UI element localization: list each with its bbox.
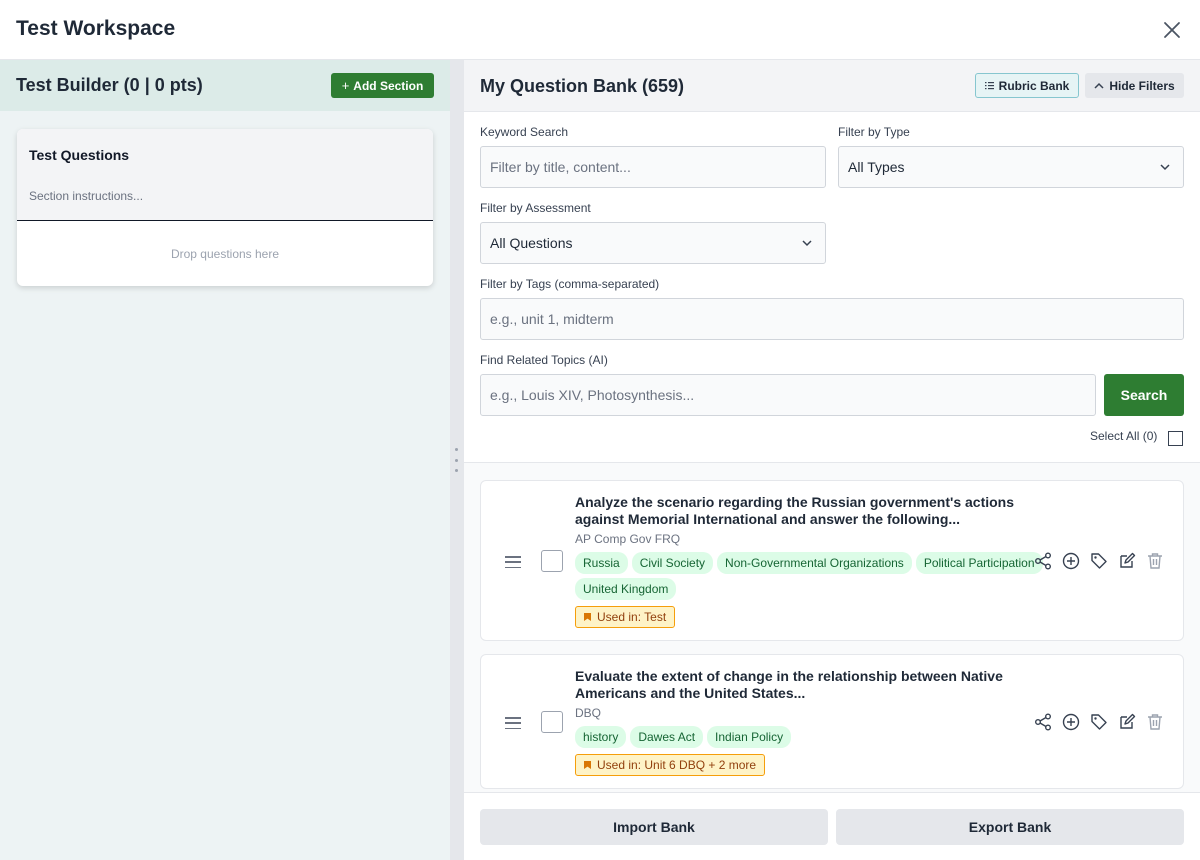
chevron-down-icon [802, 240, 812, 247]
question-drop-zone[interactable]: Drop questions here [17, 221, 433, 286]
add-circle-icon[interactable] [1062, 552, 1080, 570]
share-icon[interactable] [1034, 713, 1052, 731]
question-tags: Russia Civil Society Non-Governmental Or… [575, 552, 1045, 600]
test-builder-title: Test Builder (0 | 0 pts) [16, 75, 203, 95]
question-card[interactable]: Evaluate the extent of change in the rel… [480, 654, 1184, 789]
hide-filters-label: Hide Filters [1109, 78, 1175, 93]
type-filter-value: All Types [848, 159, 905, 175]
drag-handle-icon[interactable] [505, 556, 521, 568]
bookmark-icon [584, 613, 591, 621]
tag-chip[interactable]: Dawes Act [630, 726, 704, 748]
add-section-label: Add Section [353, 78, 424, 93]
rubric-bank-button[interactable]: Rubric Bank [975, 73, 1079, 98]
keyword-search-input[interactable] [480, 146, 826, 188]
share-icon[interactable] [1034, 552, 1052, 570]
related-topics-input[interactable] [480, 374, 1096, 416]
list-icon [984, 82, 994, 90]
chevron-down-icon [1160, 164, 1170, 171]
question-type: DBQ [575, 706, 602, 720]
drag-handle-icon[interactable] [505, 717, 521, 729]
question-card[interactable]: Analyze the scenario regarding the Russi… [480, 480, 1184, 641]
question-title[interactable]: Evaluate the extent of change in the rel… [575, 668, 1045, 702]
question-bank-title: My Question Bank (659) [480, 76, 685, 96]
tag-chip[interactable]: history [575, 726, 627, 748]
close-icon[interactable] [1160, 18, 1184, 42]
tag-chip[interactable]: Russia [575, 552, 628, 574]
question-bank-header: My Question Bank (659) Rubric Bank Hide … [464, 60, 1200, 112]
question-type: AP Comp Gov FRQ [575, 532, 681, 546]
question-tags: history Dawes Act Indian Policy [575, 726, 1045, 748]
type-filter-select[interactable]: All Types [838, 146, 1184, 188]
tags-filter-label: Filter by Tags (comma-separated) [480, 277, 660, 291]
resize-handle[interactable] [455, 448, 459, 472]
question-bank-panel: My Question Bank (659) Rubric Bank Hide … [464, 60, 1200, 860]
section-header: Test Questions Section instructions... [17, 129, 433, 221]
question-checkbox[interactable] [541, 711, 563, 733]
tag-chip[interactable]: Indian Policy [707, 726, 792, 748]
keyword-search-label: Keyword Search [480, 125, 569, 139]
tag-chip[interactable]: Civil Society [631, 552, 714, 574]
trash-icon[interactable] [1146, 713, 1164, 731]
used-in-badge: Used in: Test [575, 606, 676, 628]
tag-icon[interactable] [1090, 713, 1108, 731]
plus-icon: + [341, 78, 350, 93]
assessment-filter-label: Filter by Assessment [480, 201, 591, 215]
rubric-bank-label: Rubric Bank [998, 78, 1070, 93]
tag-chip[interactable]: Non-Governmental Organizations [717, 552, 912, 574]
used-in-text: Used in: Test [597, 610, 667, 624]
select-all-checkbox[interactable] [1168, 431, 1183, 446]
export-bank-button[interactable]: Export Bank [836, 809, 1184, 845]
tag-chip[interactable]: Political Participation [915, 552, 1043, 574]
type-filter-label: Filter by Type [838, 125, 910, 139]
trash-icon[interactable] [1146, 552, 1164, 570]
import-bank-button[interactable]: Import Bank [480, 809, 828, 845]
question-actions [1034, 713, 1164, 731]
add-circle-icon[interactable] [1062, 713, 1080, 731]
tag-chip[interactable]: United Kingdom [575, 578, 677, 600]
edit-icon[interactable] [1118, 713, 1136, 731]
question-list: Analyze the scenario regarding the Russi… [464, 462, 1200, 792]
question-title[interactable]: Analyze the scenario regarding the Russi… [575, 494, 1045, 528]
bookmark-icon [584, 761, 591, 769]
window-title: Test Workspace [16, 17, 176, 40]
section-instructions-field[interactable]: Section instructions... [29, 189, 143, 203]
panel-divider [450, 60, 464, 860]
used-in-text: Used in: Unit 6 DBQ + 2 more [597, 758, 757, 772]
question-checkbox[interactable] [541, 550, 563, 572]
chevron-up-icon [1094, 82, 1104, 89]
hide-filters-button[interactable]: Hide Filters [1085, 73, 1184, 98]
bank-footer: Import Bank Export Bank [464, 792, 1200, 860]
tag-icon[interactable] [1090, 552, 1108, 570]
used-in-badge: Used in: Unit 6 DBQ + 2 more [575, 754, 766, 776]
assessment-filter-value: All Questions [490, 235, 573, 251]
tags-filter-input[interactable] [480, 298, 1184, 340]
section-card: Test Questions Section instructions... D… [17, 129, 433, 286]
window-header: Test Workspace [0, 0, 1200, 60]
question-actions [1034, 552, 1164, 570]
test-builder-panel: Test Builder (0 | 0 pts) + Add Section T… [0, 60, 450, 860]
search-button[interactable]: Search [1104, 374, 1184, 416]
section-title[interactable]: Test Questions [29, 147, 129, 163]
select-all-label: Select All (0) [1090, 429, 1158, 443]
assessment-filter-select[interactable]: All Questions [480, 222, 826, 264]
add-section-button[interactable]: + Add Section [331, 73, 434, 98]
edit-icon[interactable] [1118, 552, 1136, 570]
test-builder-header: Test Builder (0 | 0 pts) + Add Section [0, 60, 450, 111]
related-topics-label: Find Related Topics (AI) [480, 353, 608, 367]
